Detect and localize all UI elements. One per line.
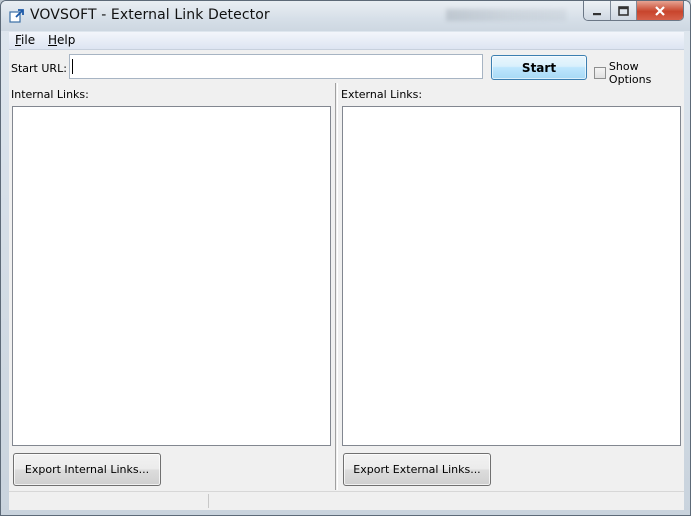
external-links-list[interactable] [342, 106, 681, 446]
title-bar[interactable]: VOVSOFT - External Link Detector [1, 1, 690, 31]
status-bar [9, 491, 684, 510]
external-link-icon [9, 8, 25, 24]
menu-file-label: ile [21, 33, 36, 47]
title-bar-background-blur [446, 9, 566, 21]
menu-help-label: elp [57, 33, 76, 47]
menu-file[interactable]: File [15, 33, 35, 47]
export-internal-links-button[interactable]: Export Internal Links... [13, 453, 161, 486]
minimize-icon [592, 1, 602, 20]
status-panel-2 [209, 494, 683, 508]
show-options-label: Show Options [608, 60, 652, 86]
text-caret [72, 59, 73, 74]
export-external-links-button[interactable]: Export External Links... [343, 453, 491, 486]
internal-links-list[interactable] [12, 106, 331, 446]
menu-bar: File Help [9, 32, 684, 50]
start-url-label: Start URL: [11, 62, 67, 75]
close-button[interactable] [637, 1, 683, 20]
internal-links-label: Internal Links: [11, 88, 89, 101]
maximize-icon [618, 1, 629, 20]
window-title: VOVSOFT - External Link Detector [30, 7, 270, 23]
panel-splitter[interactable] [335, 83, 338, 490]
status-panel-1 [9, 494, 209, 508]
minimize-button[interactable] [584, 1, 611, 20]
menu-help[interactable]: Help [48, 33, 75, 47]
external-links-label: External Links: [341, 88, 423, 101]
start-url-input[interactable] [69, 54, 483, 79]
main-panel: Start URL: Start Show Options Internal L… [9, 50, 684, 510]
start-button[interactable]: Start [491, 55, 587, 80]
menu-help-mnemonic: H [48, 33, 58, 47]
show-options-toggle[interactable]: Show Options [594, 60, 684, 86]
close-icon [654, 1, 666, 20]
maximize-button[interactable] [611, 1, 637, 20]
window-controls [583, 1, 684, 21]
app-window: VOVSOFT - External Link Detector File He [0, 0, 691, 516]
show-options-checkbox[interactable] [594, 67, 606, 79]
